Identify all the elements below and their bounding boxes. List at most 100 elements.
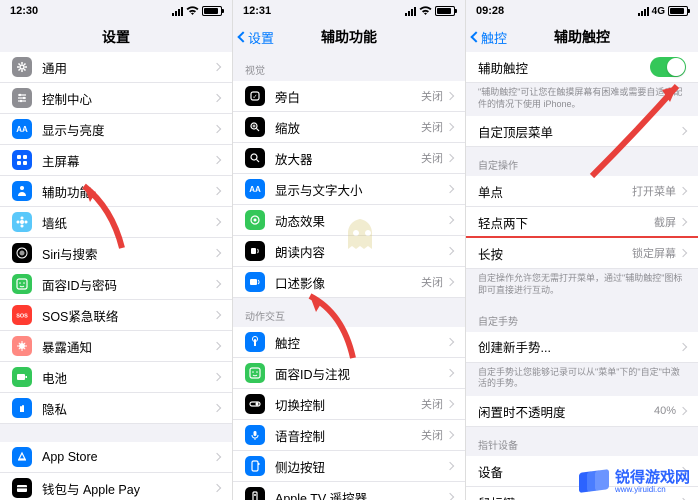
row-label: 钱包与 Apple Pay — [42, 479, 214, 498]
nav-bar: 设置 — [0, 22, 232, 52]
settings-row[interactable]: 电池 — [0, 362, 232, 393]
row-label: 闲置时不透明度 — [478, 402, 654, 421]
battery-icon — [668, 6, 688, 16]
chevron-right-icon — [213, 404, 221, 412]
section-header-vision: 视觉 — [233, 52, 465, 81]
audiodesc-icon — [245, 272, 265, 292]
hand-icon — [12, 398, 32, 418]
back-button[interactable]: 触控 — [472, 28, 507, 47]
note-text: 自定操作允许您无需打开菜单，通过"辅助触控"图标即可直接进行互动。 — [466, 269, 698, 302]
row-label: 显示与文字大小 — [275, 180, 447, 199]
settings-row[interactable]: Siri与搜索 — [0, 238, 232, 269]
settings-row[interactable]: 单点打开菜单 — [466, 176, 698, 207]
row-value: 截屏 — [654, 214, 676, 230]
status-time: 12:30 — [10, 5, 38, 17]
battery-icon — [12, 367, 32, 387]
row-value: 关闭 — [421, 427, 443, 443]
signal-icon — [405, 7, 416, 16]
row-label: 侧边按钮 — [275, 457, 447, 476]
settings-row[interactable]: 辅助功能 — [0, 176, 232, 207]
chevron-right-icon — [679, 218, 687, 226]
signal-icon — [638, 7, 649, 16]
row-label: 语音控制 — [275, 426, 421, 445]
settings-row[interactable]: Apple TV 遥控器 — [233, 482, 465, 500]
settings-row[interactable]: AA 显示与文字大小 — [233, 174, 465, 205]
row-label: 暴露通知 — [42, 337, 214, 356]
settings-row[interactable]: 语音控制关闭 — [233, 420, 465, 451]
note-text: "辅助触控"可让您在触摸屏幕有困难或需要自适应配件的情况下使用 iPhone。 — [466, 83, 698, 116]
virus-icon — [12, 336, 32, 356]
settings-row[interactable]: 口述影像关闭 — [233, 267, 465, 298]
aa-icon: AA — [245, 179, 265, 199]
settings-row[interactable]: 面容ID与密码 — [0, 269, 232, 300]
settings-row[interactable]: 墙纸 — [0, 207, 232, 238]
sidebutton-icon — [245, 456, 265, 476]
face-icon — [12, 274, 32, 294]
nav-bar: 触控 辅助触控 — [466, 22, 698, 52]
settings-row[interactable]: ✓旁白关闭 — [233, 81, 465, 112]
chevron-right-icon — [213, 342, 221, 350]
row-label: App Store — [42, 450, 214, 464]
row-label: 面容ID与密码 — [42, 275, 214, 294]
page-title: 辅助功能 — [321, 27, 377, 47]
settings-row[interactable]: 钱包与 Apple Pay — [0, 473, 232, 500]
chevron-right-icon — [213, 373, 221, 381]
network-label: 4G — [652, 6, 665, 17]
settings-row[interactable]: 缩放关闭 — [233, 112, 465, 143]
idle-opacity-row[interactable]: 闲置时不透明度 40% — [466, 396, 698, 427]
sliders-icon — [12, 88, 32, 108]
watermark-name: 锐得游戏网 — [615, 470, 690, 485]
watermark-logo-icon — [579, 470, 609, 494]
custom-top-menu-row[interactable]: 自定顶层菜单 — [466, 116, 698, 147]
chevron-left-icon — [237, 31, 248, 42]
row-label: 通用 — [42, 58, 214, 77]
chevron-right-icon — [446, 216, 454, 224]
chevron-right-icon — [679, 249, 687, 257]
settings-row[interactable]: 主屏幕 — [0, 145, 232, 176]
row-label: 主屏幕 — [42, 151, 214, 170]
chevron-right-icon — [446, 493, 454, 500]
row-value: 关闭 — [421, 274, 443, 290]
settings-row[interactable]: AA显示与亮度 — [0, 114, 232, 145]
settings-row[interactable]: 隐私 — [0, 393, 232, 424]
settings-row[interactable]: 触控 — [233, 327, 465, 358]
status-time: 09:28 — [476, 5, 504, 17]
assistivetouch-toggle-row[interactable]: 辅助触控 — [466, 52, 698, 83]
settings-row[interactable]: 切换控制关闭 — [233, 389, 465, 420]
row-label: 缩放 — [275, 118, 421, 137]
chevron-right-icon — [446, 154, 454, 162]
row-label: 触控 — [275, 333, 447, 352]
settings-row[interactable]: 暴露通知 — [0, 331, 232, 362]
settings-row[interactable]: 长按锁定屏幕 — [466, 238, 698, 269]
row-value: 关闭 — [421, 88, 443, 104]
row-label: 辅助功能 — [42, 182, 214, 201]
page-title: 辅助触控 — [554, 27, 610, 47]
settings-row[interactable]: App Store — [0, 442, 232, 473]
section-header-motor: 动作交互 — [233, 298, 465, 327]
switch-icon — [245, 394, 265, 414]
chevron-right-icon — [446, 185, 454, 193]
touch-icon — [245, 332, 265, 352]
chevron-left-icon — [470, 31, 481, 42]
back-button[interactable]: 设置 — [239, 28, 274, 47]
row-label: 轻点两下 — [478, 213, 654, 232]
toggle-switch[interactable] — [650, 57, 686, 77]
settings-row[interactable]: SOSSOS紧急联络 — [0, 300, 232, 331]
status-bar: 12:30 — [0, 0, 232, 22]
chevron-right-icon — [213, 484, 221, 492]
watermark-url: www.yiruidi.cn — [615, 485, 690, 494]
ghost-watermark-icon — [340, 215, 384, 255]
chevron-right-icon — [446, 338, 454, 346]
voiceover-icon: ✓ — [245, 86, 265, 106]
settings-row[interactable]: 放大器关闭 — [233, 143, 465, 174]
chevron-right-icon — [213, 156, 221, 164]
settings-row[interactable]: 控制中心 — [0, 83, 232, 114]
settings-row[interactable]: 轻点两下截屏 — [466, 207, 698, 238]
row-value: 锁定屏幕 — [632, 245, 676, 261]
create-gesture-row[interactable]: 创建新手势... — [466, 332, 698, 363]
settings-row[interactable]: 面容ID与注视 — [233, 358, 465, 389]
gear-icon — [12, 57, 32, 77]
settings-row[interactable]: 通用 — [0, 52, 232, 83]
settings-row[interactable]: 侧边按钮 — [233, 451, 465, 482]
chevron-right-icon — [213, 187, 221, 195]
